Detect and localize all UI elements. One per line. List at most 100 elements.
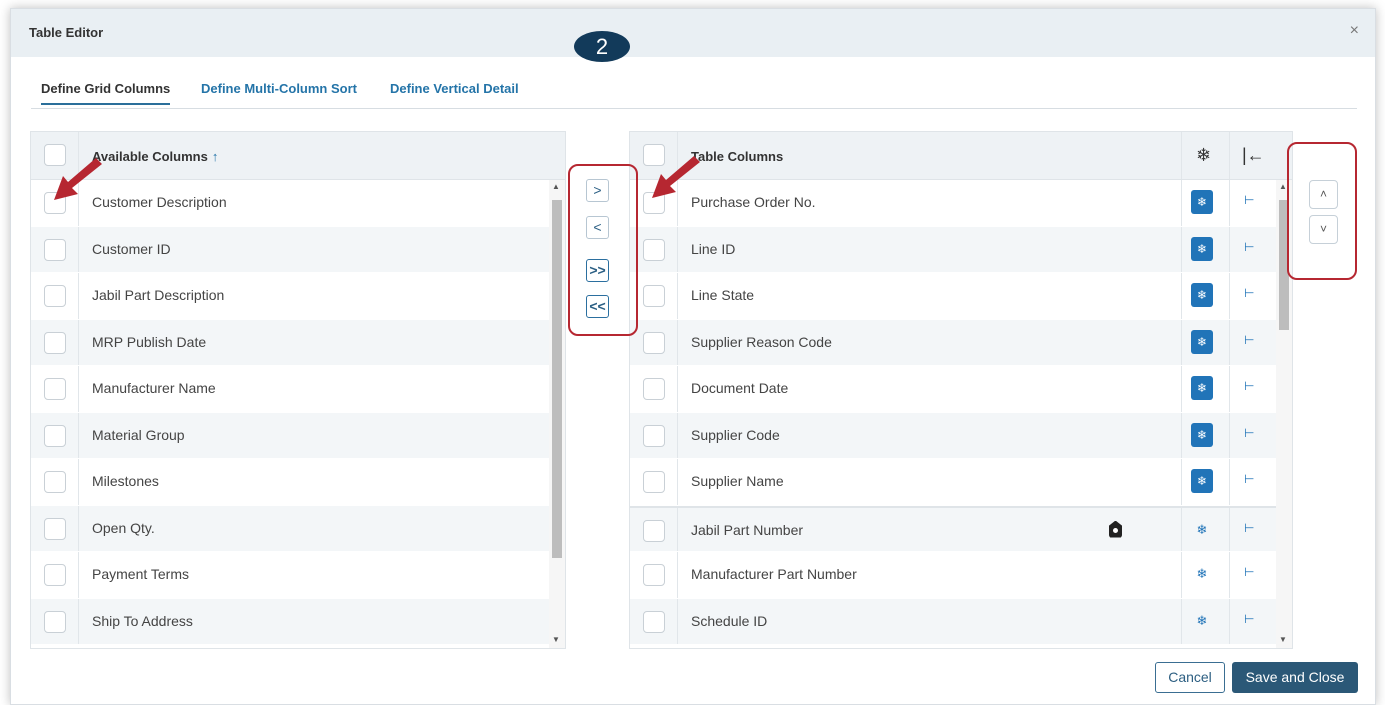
freeze-column-icon[interactable]: ❄ <box>1191 422 1213 447</box>
table-column-label: Document Date <box>691 380 789 396</box>
available-scrollbar[interactable]: ▲ ▼ <box>549 180 565 648</box>
list-item[interactable]: Manufacturer Name <box>31 366 565 413</box>
table-column-label: Jabil Part Number <box>691 521 804 538</box>
available-column-label: Ship To Address <box>92 612 193 629</box>
available-column-label: Material Group <box>92 426 185 443</box>
row-checkbox[interactable] <box>44 517 66 540</box>
tab-define-multi-column-sort[interactable]: Define Multi-Column Sort <box>201 81 357 103</box>
pin-left-icon[interactable]: ⊢ <box>1244 426 1254 440</box>
tab-define-vertical-detail[interactable]: Define Vertical Detail <box>390 81 519 103</box>
list-item[interactable]: Supplier Name ❄ ⊢ <box>630 459 1292 506</box>
table-column-label: Line ID <box>691 240 736 257</box>
row-checkbox[interactable] <box>643 610 665 633</box>
freeze-column-icon[interactable]: ❄ <box>1191 236 1213 261</box>
available-column-label: Customer ID <box>92 240 171 257</box>
freeze-column-icon[interactable]: ❄ <box>1191 329 1213 354</box>
row-checkbox[interactable] <box>643 424 665 447</box>
table-column-label: Supplier Code <box>691 426 780 443</box>
list-item[interactable]: Customer Description <box>31 180 565 227</box>
table-column-label: Line State <box>691 287 755 303</box>
close-icon[interactable]: × <box>1350 22 1359 40</box>
list-item[interactable]: MRP Publish Date <box>31 319 565 366</box>
row-checkbox[interactable] <box>643 519 665 542</box>
freeze-column-icon[interactable]: ❄ <box>1191 190 1213 214</box>
scroll-down-arrow-icon[interactable]: ▼ <box>1279 635 1287 644</box>
sort-ascending-icon[interactable]: ↑ <box>212 149 219 164</box>
pin-left-icon[interactable]: ⊢ <box>1244 565 1254 579</box>
save-and-close-button[interactable]: Save and Close <box>1232 662 1358 693</box>
row-checkbox[interactable] <box>44 424 66 447</box>
list-item[interactable]: Milestones <box>31 459 565 506</box>
freeze-column-icon[interactable]: ❄ <box>1191 376 1213 400</box>
pin-left-icon[interactable]: ⊢ <box>1244 472 1254 486</box>
tab-define-grid-columns[interactable]: Define Grid Columns <box>41 81 171 105</box>
list-item[interactable]: Line ID ❄ ⊢ <box>630 226 1292 273</box>
available-columns-title[interactable]: Available Columns ↑ <box>92 149 218 164</box>
row-checkbox[interactable] <box>643 471 665 493</box>
annotation-arrow-icon <box>652 156 700 198</box>
row-checkbox[interactable] <box>44 378 66 400</box>
cancel-button[interactable]: Cancel <box>1155 662 1225 693</box>
pin-left-icon[interactable]: ⊢ <box>1244 286 1254 300</box>
table-columns-list: Purchase Order No. ❄ ⊢ Line ID ❄ ⊢ Line State ❄… <box>630 180 1292 648</box>
available-columns-header: Available Columns ↑ <box>31 132 565 180</box>
table-columns-header: Table Columns ❄ |← <box>630 132 1292 180</box>
available-columns-grid: Available Columns ↑ Customer Description C… <box>30 131 566 649</box>
pin-left-icon[interactable]: ⊢ <box>1244 193 1254 207</box>
list-item[interactable]: Material Group <box>31 412 565 459</box>
row-checkbox[interactable] <box>44 238 66 261</box>
available-column-label: Payment Terms <box>92 566 189 582</box>
dialog-title: Table Editor <box>29 25 104 40</box>
scroll-down-arrow-icon[interactable]: ▼ <box>552 635 560 644</box>
list-item[interactable]: Line State ❄ ⊢ <box>630 273 1292 320</box>
list-item[interactable]: Purchase Order No. ❄ ⊢ <box>630 180 1292 227</box>
annotation-highlight-transfer <box>568 164 638 336</box>
row-checkbox[interactable] <box>44 471 66 493</box>
list-item[interactable]: Open Qty. <box>31 505 565 552</box>
row-checkbox[interactable] <box>643 378 665 400</box>
tab-bar: Define Grid Columns Define Multi-Column … <box>31 81 1357 109</box>
available-column-label: Open Qty. <box>92 519 155 536</box>
row-checkbox[interactable] <box>44 610 66 633</box>
list-item[interactable]: Supplier Code ❄ ⊢ <box>630 412 1292 459</box>
dialog-titlebar: Table Editor × <box>11 9 1375 57</box>
pin-left-icon[interactable]: ⊢ <box>1244 612 1254 626</box>
list-item[interactable]: Payment Terms <box>31 552 565 599</box>
table-columns-title: Table Columns <box>691 149 784 164</box>
list-item[interactable]: Supplier Reason Code ❄ ⊢ <box>630 319 1292 366</box>
row-checkbox[interactable] <box>643 331 665 354</box>
freeze-column-icon[interactable]: ❄ <box>1191 518 1213 542</box>
row-checkbox[interactable] <box>44 331 66 354</box>
list-item[interactable]: Document Date ❄ ⊢ <box>630 366 1292 413</box>
row-checkbox[interactable] <box>643 285 665 307</box>
available-columns-list: Customer Description Customer ID Jabil Par… <box>31 180 565 648</box>
scrollbar-thumb[interactable] <box>552 200 562 558</box>
available-column-label: Manufacturer Name <box>92 380 216 396</box>
freeze-column-icon[interactable]: ❄ <box>1191 609 1213 633</box>
pin-left-icon[interactable]: ⊢ <box>1244 240 1254 254</box>
list-item[interactable]: Schedule ID ❄ ⊢ <box>630 598 1292 645</box>
row-checkbox[interactable] <box>643 238 665 261</box>
available-column-label: Customer Description <box>92 194 227 210</box>
list-item[interactable]: Customer ID <box>31 226 565 273</box>
row-checkbox[interactable] <box>44 285 66 307</box>
freeze-column-icon[interactable]: ❄ <box>1191 562 1213 586</box>
pin-left-icon[interactable]: ⊢ <box>1244 521 1254 535</box>
snowflake-icon: ❄ <box>1196 145 1212 165</box>
scroll-up-arrow-icon[interactable]: ▲ <box>552 182 560 191</box>
freeze-column-icon[interactable]: ❄ <box>1191 283 1213 307</box>
scroll-up-arrow-icon[interactable]: ▲ <box>1279 182 1287 191</box>
pin-left-icon[interactable]: ⊢ <box>1244 379 1254 393</box>
list-item[interactable]: Jabil Part Number ❄ ⊢ <box>630 505 1292 552</box>
pin-left-icon: |← <box>1242 145 1265 165</box>
freeze-column-icon[interactable]: ❄ <box>1191 469 1213 493</box>
table-column-label: Schedule ID <box>691 612 768 629</box>
row-checkbox[interactable] <box>643 564 665 586</box>
pin-left-icon[interactable]: ⊢ <box>1244 333 1254 347</box>
list-item[interactable]: Ship To Address <box>31 598 565 645</box>
list-item[interactable]: Jabil Part Description <box>31 273 565 320</box>
table-column-label: Supplier Reason Code <box>691 333 832 350</box>
row-checkbox[interactable] <box>44 564 66 586</box>
list-item[interactable]: Manufacturer Part Number ❄ ⊢ <box>630 552 1292 599</box>
available-column-label: Milestones <box>92 473 159 489</box>
